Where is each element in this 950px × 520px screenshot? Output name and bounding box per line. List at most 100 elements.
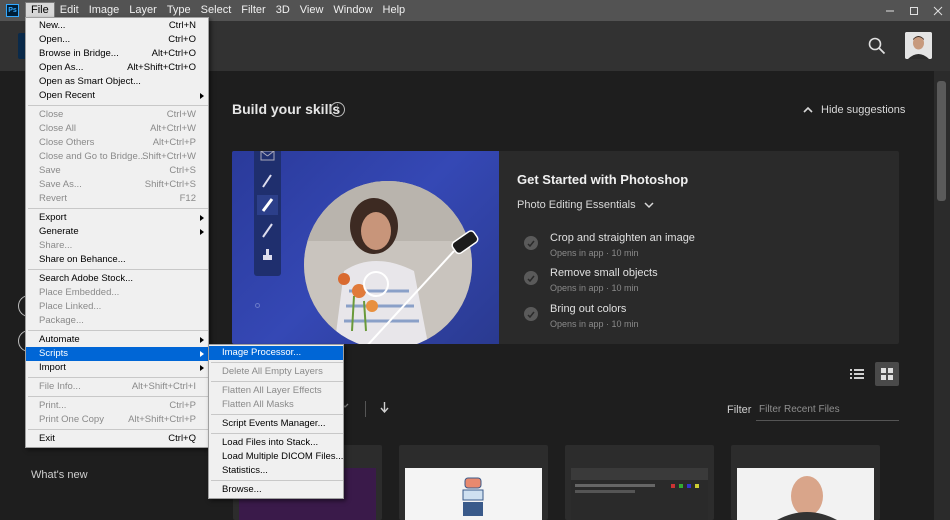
get-started-card[interactable]: Get Started with Photoshop Photo Editing… <box>232 151 899 344</box>
menu-item-label: Close All <box>39 123 76 134</box>
close-icon[interactable] <box>926 0 950 21</box>
submenu-arrow-icon <box>200 215 204 221</box>
card-title: Get Started with Photoshop <box>517 172 689 187</box>
scripts-menu-item-load-files-into-stack[interactable]: Load Files into Stack... <box>209 436 343 450</box>
menu-item-label: Save As... <box>39 179 82 190</box>
card-subtitle: Photo Editing Essentials <box>517 199 636 211</box>
file-menu-item-new[interactable]: New... Ctrl+N <box>26 19 208 33</box>
filter-recent-files-input[interactable] <box>756 399 899 421</box>
menu-item-shortcut: Alt+Ctrl+O <box>151 48 196 59</box>
chevron-down-icon <box>644 201 654 208</box>
ps-app-icon[interactable]: Ps <box>6 4 19 17</box>
file-menu-item-open-as-smart-object[interactable]: Open as Smart Object... <box>26 75 208 89</box>
scripts-menu-item-load-multiple-dicom-files[interactable]: Load Multiple DICOM Files... <box>209 450 343 464</box>
submenu-arrow-icon <box>200 93 204 99</box>
menu-separator <box>28 208 208 209</box>
avatar[interactable] <box>905 32 932 59</box>
menu-item-label: New... <box>39 20 66 31</box>
menu-item-shortcut: Alt+Shift+Ctrl+O <box>127 62 196 73</box>
file-menu-item-place-embedded: Place Embedded... <box>26 286 208 300</box>
menu-separator <box>211 480 343 481</box>
file-menu-item-browse-in-bridge[interactable]: Browse in Bridge... Alt+Ctrl+O <box>26 47 208 61</box>
scripts-menu-item-delete-all-empty-layers: Delete All Empty Layers <box>209 365 343 379</box>
file-menu-item-save: Save Ctrl+S <box>26 164 208 178</box>
menu-item-label: Package... <box>39 315 84 326</box>
file-menu-item-import[interactable]: Import <box>26 361 208 375</box>
menu-separator <box>28 269 208 270</box>
menu-filter[interactable]: Filter <box>236 2 270 19</box>
menu-separator <box>211 362 343 363</box>
menu-separator <box>28 429 208 430</box>
scripts-menu-item-script-events-manager[interactable]: Script Events Manager... <box>209 417 343 431</box>
dot-decoration <box>255 303 260 308</box>
lesson-item[interactable]: Remove small objects Opens in app · 10 mi… <box>524 267 658 293</box>
menu-item-shortcut: Ctrl+O <box>168 34 196 45</box>
menu-item-label: Share on Behance... <box>39 254 126 265</box>
menu-view[interactable]: View <box>295 2 329 19</box>
grid-view-icon[interactable] <box>875 362 899 386</box>
recent-file-thumbnail[interactable] <box>731 445 880 520</box>
file-menu-item-close-all: Close All Alt+Ctrl+W <box>26 122 208 136</box>
file-menu-item-open-as[interactable]: Open As... Alt+Shift+Ctrl+O <box>26 61 208 75</box>
file-menu-item-save-as: Save As... Shift+Ctrl+S <box>26 178 208 192</box>
file-menu-item-open-recent[interactable]: Open Recent <box>26 89 208 103</box>
recent-file-thumbnail[interactable] <box>399 445 548 520</box>
recent-file-thumbnail[interactable] <box>565 445 714 520</box>
menu-separator <box>28 377 208 378</box>
submenu-arrow-icon <box>200 365 204 371</box>
window-controls <box>878 0 950 21</box>
file-menu-item-search-adobe-stock[interactable]: Search Adobe Stock... <box>26 272 208 286</box>
filter-label: Filter <box>727 404 752 416</box>
search-icon[interactable] <box>868 37 886 55</box>
whats-new-link[interactable]: What's new <box>31 469 88 481</box>
maximize-icon[interactable] <box>902 0 926 21</box>
file-menu-item-exit[interactable]: Exit Ctrl+Q <box>26 432 208 446</box>
scripts-menu-item-browse[interactable]: Browse... <box>209 483 343 497</box>
menu-separator <box>28 105 208 106</box>
file-menu: New... Ctrl+N Open... Ctrl+O Browse in Bridg… <box>25 17 209 448</box>
menu-item-label: Image Processor... <box>222 347 302 358</box>
menu-item-label: Close and Go to Bridge... <box>39 151 146 162</box>
scripts-menu-item-statistics[interactable]: Statistics... <box>209 464 343 478</box>
chevron-up-icon <box>803 106 813 113</box>
file-menu-item-open[interactable]: Open... Ctrl+O <box>26 33 208 47</box>
menu-item-shortcut: Ctrl+W <box>166 109 196 120</box>
scripts-menu-item-image-processor[interactable]: Image Processor... <box>209 346 343 360</box>
scripts-menu-item-flatten-all-layer-effects: Flatten All Layer Effects <box>209 384 343 398</box>
menu-item-label: Search Adobe Stock... <box>39 273 134 284</box>
info-icon[interactable]: i <box>330 102 345 117</box>
divider <box>365 401 366 417</box>
submenu-arrow-icon <box>200 229 204 235</box>
menu-window[interactable]: Window <box>328 2 377 19</box>
menu-item-label: Statistics... <box>222 465 268 476</box>
lesson-title: Crop and straighten an image <box>550 232 695 244</box>
menu-3d[interactable]: 3D <box>271 2 295 19</box>
lesson-title: Bring out colors <box>550 303 627 315</box>
lesson-meta: Opens in app · 10 min <box>550 283 639 293</box>
menu-item-label: Close Others <box>39 137 95 148</box>
minimize-icon[interactable] <box>878 0 902 21</box>
file-menu-item-package: Package... <box>26 314 208 328</box>
file-menu-item-generate[interactable]: Generate <box>26 225 208 239</box>
file-menu-item-automate[interactable]: Automate <box>26 333 208 347</box>
menu-item-shortcut: Ctrl+P <box>169 400 196 411</box>
lesson-meta: Opens in app · 10 min <box>550 319 639 329</box>
file-menu-item-scripts[interactable]: Scripts <box>26 347 208 361</box>
file-menu-item-export[interactable]: Export <box>26 211 208 225</box>
menu-item-label: Browse... <box>222 484 262 495</box>
list-view-icon[interactable] <box>845 362 869 386</box>
file-menu-item-share-on-behance[interactable]: Share on Behance... <box>26 253 208 267</box>
vertical-scrollbar[interactable] <box>934 71 950 520</box>
menu-separator <box>28 396 208 397</box>
menu-item-label: Load Files into Stack... <box>222 437 319 448</box>
check-icon <box>524 271 538 285</box>
lesson-item[interactable]: Bring out colors Opens in app · 10 min <box>524 303 639 329</box>
file-menu-item-file-info: File Info... Alt+Shift+Ctrl+I <box>26 380 208 394</box>
card-subtitle-dropdown[interactable]: Photo Editing Essentials <box>517 199 654 211</box>
menu-help[interactable]: Help <box>378 2 411 19</box>
hide-suggestions-button[interactable]: Hide suggestions <box>803 104 905 116</box>
scrollbar-thumb[interactable] <box>937 81 946 201</box>
lesson-item[interactable]: Crop and straighten an image Opens in app… <box>524 232 695 258</box>
sort-direction-icon[interactable] <box>380 402 389 416</box>
menu-item-shortcut: Alt+Ctrl+W <box>150 123 196 134</box>
